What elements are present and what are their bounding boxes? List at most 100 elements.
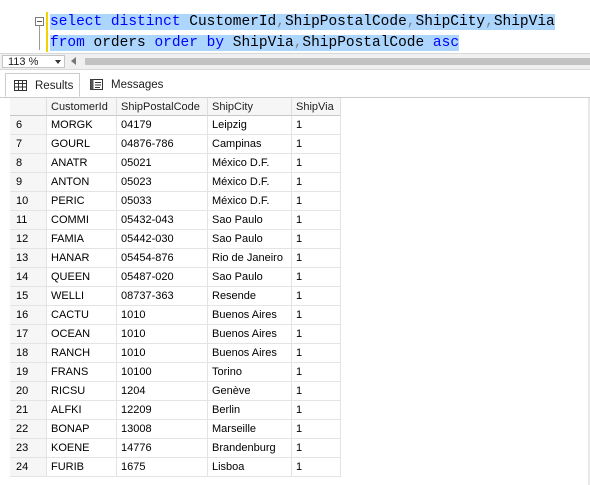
table-cell[interactable]: 05487-020	[117, 268, 208, 287]
row-number[interactable]: 13	[10, 249, 47, 268]
table-cell[interactable]: 1	[292, 344, 341, 363]
table-cell[interactable]: México D.F.	[208, 154, 292, 173]
row-number[interactable]: 10	[10, 192, 47, 211]
sql-editor[interactable]: select distinct CustomerId,ShipPostalCod…	[0, 0, 590, 54]
table-cell[interactable]: Buenos Aires	[208, 325, 292, 344]
row-number-header[interactable]	[10, 98, 47, 116]
table-cell[interactable]: Torino	[208, 363, 292, 382]
column-header[interactable]: ShipPostalCode	[117, 98, 208, 116]
table-cell[interactable]: 1	[292, 382, 341, 401]
row-number[interactable]: 12	[10, 230, 47, 249]
table-cell[interactable]: 13008	[117, 420, 208, 439]
table-cell[interactable]: 05023	[117, 173, 208, 192]
row-number[interactable]: 20	[10, 382, 47, 401]
table-cell[interactable]: Rio de Janeiro	[208, 249, 292, 268]
table-cell[interactable]: 1	[292, 230, 341, 249]
table-cell[interactable]: OCEAN	[47, 325, 117, 344]
table-cell[interactable]: 1	[292, 458, 341, 477]
row-number[interactable]: 21	[10, 401, 47, 420]
tab-results[interactable]: Results	[5, 73, 80, 97]
row-number[interactable]: 11	[10, 211, 47, 230]
row-number[interactable]: 19	[10, 363, 47, 382]
row-number[interactable]: 23	[10, 439, 47, 458]
table-cell[interactable]: 05454-876	[117, 249, 208, 268]
row-number[interactable]: 8	[10, 154, 47, 173]
table-cell[interactable]: 1	[292, 116, 341, 135]
table-cell[interactable]: 05033	[117, 192, 208, 211]
table-cell[interactable]: 1	[292, 420, 341, 439]
table-cell[interactable]: GOURL	[47, 135, 117, 154]
zoom-dropdown[interactable]: 113 %	[2, 55, 65, 68]
tab-messages[interactable]: Messages	[82, 73, 163, 97]
table-cell[interactable]: 1010	[117, 325, 208, 344]
table-cell[interactable]: Sao Paulo	[208, 268, 292, 287]
row-number[interactable]: 9	[10, 173, 47, 192]
row-number[interactable]: 16	[10, 306, 47, 325]
chevron-down-icon[interactable]	[55, 60, 61, 64]
table-cell[interactable]: 08737-363	[117, 287, 208, 306]
table-cell[interactable]: Lisboa	[208, 458, 292, 477]
table-cell[interactable]: RANCH	[47, 344, 117, 363]
column-header[interactable]: ShipCity	[208, 98, 292, 116]
row-number[interactable]: 17	[10, 325, 47, 344]
table-cell[interactable]: QUEEN	[47, 268, 117, 287]
table-cell[interactable]: Resende	[208, 287, 292, 306]
row-number[interactable]: 7	[10, 135, 47, 154]
table-cell[interactable]: México D.F.	[208, 192, 292, 211]
table-cell[interactable]: Buenos Aires	[208, 306, 292, 325]
table-cell[interactable]: 1	[292, 192, 341, 211]
table-cell[interactable]: 1	[292, 439, 341, 458]
table-cell[interactable]: 1	[292, 135, 341, 154]
table-cell[interactable]: ALFKI	[47, 401, 117, 420]
table-cell[interactable]: BONAP	[47, 420, 117, 439]
row-number[interactable]: 24	[10, 458, 47, 477]
table-cell[interactable]: 1204	[117, 382, 208, 401]
scroll-left-icon[interactable]	[71, 57, 76, 65]
table-cell[interactable]: Sao Paulo	[208, 230, 292, 249]
table-cell[interactable]: KOENE	[47, 439, 117, 458]
table-cell[interactable]: RICSU	[47, 382, 117, 401]
row-number[interactable]: 6	[10, 116, 47, 135]
table-cell[interactable]: Marseille	[208, 420, 292, 439]
table-cell[interactable]: 1	[292, 268, 341, 287]
table-cell[interactable]: CACTU	[47, 306, 117, 325]
table-cell[interactable]: PERIC	[47, 192, 117, 211]
table-cell[interactable]: Berlin	[208, 401, 292, 420]
table-cell[interactable]: 04179	[117, 116, 208, 135]
row-number[interactable]: 22	[10, 420, 47, 439]
table-cell[interactable]: 1	[292, 173, 341, 192]
table-cell[interactable]: MORGK	[47, 116, 117, 135]
table-cell[interactable]: 1	[292, 287, 341, 306]
table-cell[interactable]: 12209	[117, 401, 208, 420]
table-cell[interactable]: ANATR	[47, 154, 117, 173]
table-cell[interactable]: 05021	[117, 154, 208, 173]
horizontal-scrollbar[interactable]	[85, 58, 590, 65]
table-cell[interactable]: Buenos Aires	[208, 344, 292, 363]
table-cell[interactable]: FRANS	[47, 363, 117, 382]
table-cell[interactable]: FAMIA	[47, 230, 117, 249]
table-cell[interactable]: México D.F.	[208, 173, 292, 192]
table-cell[interactable]: 1	[292, 249, 341, 268]
table-cell[interactable]: Brandenburg	[208, 439, 292, 458]
table-cell[interactable]: 1	[292, 211, 341, 230]
table-cell[interactable]: 1675	[117, 458, 208, 477]
table-cell[interactable]: FURIB	[47, 458, 117, 477]
table-cell[interactable]: Campinas	[208, 135, 292, 154]
table-cell[interactable]: ANTON	[47, 173, 117, 192]
table-cell[interactable]: 1010	[117, 344, 208, 363]
table-cell[interactable]: 05442-030	[117, 230, 208, 249]
collapse-region-icon[interactable]	[35, 17, 44, 26]
table-cell[interactable]: 10100	[117, 363, 208, 382]
table-cell[interactable]: 1	[292, 325, 341, 344]
table-cell[interactable]: 04876-786	[117, 135, 208, 154]
code-line-1[interactable]: select distinct CustomerId,ShipPostalCod…	[50, 13, 555, 32]
table-cell[interactable]: COMMI	[47, 211, 117, 230]
table-cell[interactable]: 1	[292, 154, 341, 173]
row-number[interactable]: 15	[10, 287, 47, 306]
table-cell[interactable]: Leipzig	[208, 116, 292, 135]
table-cell[interactable]: WELLI	[47, 287, 117, 306]
column-header[interactable]: ShipVia	[292, 98, 341, 116]
column-header[interactable]: CustomerId	[47, 98, 117, 116]
table-cell[interactable]: 1	[292, 401, 341, 420]
table-cell[interactable]: HANAR	[47, 249, 117, 268]
